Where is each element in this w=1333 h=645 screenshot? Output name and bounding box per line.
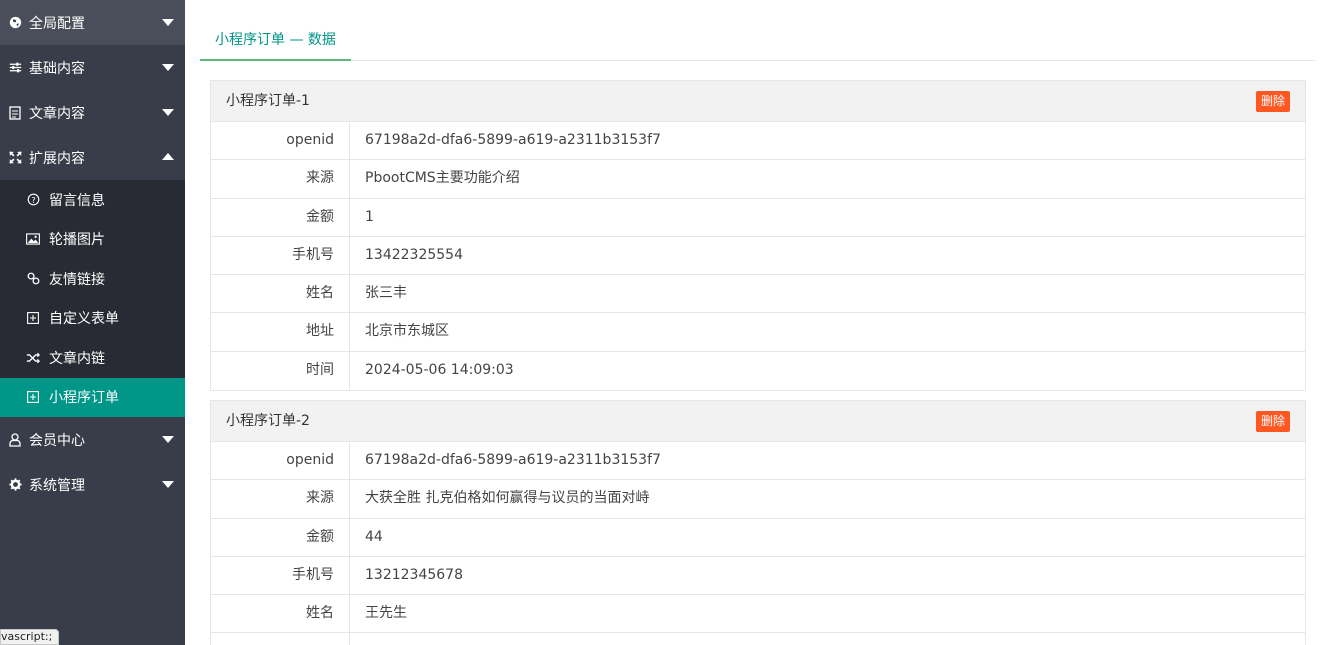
delete-button[interactable]: 删除 xyxy=(1255,91,1290,112)
gear-icon xyxy=(8,478,22,492)
chevron-down-icon xyxy=(162,436,174,443)
sidebar-subitem-label: 友情链接 xyxy=(49,271,105,288)
link-icon xyxy=(26,272,40,286)
table-row: openid 67198a2d-dfa6-5899-a619-a2311b3153… xyxy=(211,122,1305,161)
sidebar-subitem-article-links[interactable]: 文章内链 xyxy=(0,338,185,378)
table-row: 金额 44 xyxy=(211,518,1305,557)
sidebar-item-label: 全局配置 xyxy=(29,15,85,32)
table-row: 手机号 13422325554 xyxy=(211,236,1305,276)
status-bar-tooltip: vascript:; xyxy=(0,629,60,645)
field-key: openid xyxy=(211,122,350,160)
field-value: 44 xyxy=(365,528,383,545)
field-value: 13422325554 xyxy=(365,246,463,263)
field-key: 手机号 xyxy=(211,556,350,595)
field-value: 张三丰 xyxy=(365,285,407,302)
sidebar-subitem-label: 自定义表单 xyxy=(49,311,119,328)
field-value xyxy=(350,633,365,645)
field-key: 地址 xyxy=(211,313,350,351)
sidebar-subitem-label: 留言信息 xyxy=(49,192,105,209)
tab-mini-program-orders-data[interactable]: 小程序订单 — 数据 xyxy=(200,20,351,61)
field-key: 来源 xyxy=(211,160,350,198)
chevron-down-icon xyxy=(162,19,174,26)
field-key: 来源 xyxy=(211,480,350,518)
table-row: 来源 PbootCMS主要功能介绍 xyxy=(211,160,1305,199)
sidebar-subitem-messages[interactable]: ? 留言信息 xyxy=(0,180,185,220)
table-row: 姓名 王先生 xyxy=(211,595,1305,634)
chevron-down-icon xyxy=(162,481,174,488)
table-row: 来源 大获全胜 扎克伯格如何赢得与议员的当面对峙 xyxy=(211,480,1305,519)
order-card: 小程序订单-2 删除 openid 67198a2d-dfa6-5899-a619… xyxy=(210,400,1306,645)
sidebar-subitem-label: 文章内链 xyxy=(49,350,105,367)
chevron-down-icon xyxy=(162,64,174,71)
sidebar-item-extended-content[interactable]: 扩展内容 xyxy=(0,135,185,180)
table-row: 手机号 13212345678 xyxy=(211,556,1305,596)
sidebar-subitem-label: 小程序订单 xyxy=(49,390,119,407)
field-key: 金额 xyxy=(211,198,350,236)
table-row: openid 67198a2d-dfa6-5899-a619-a2311b3153… xyxy=(211,442,1305,481)
table-row: 时间 2024-05-06 14:09:03 xyxy=(211,351,1305,391)
delete-button[interactable]: 删除 xyxy=(1255,411,1290,432)
sidebar-item-label: 会员中心 xyxy=(29,432,85,449)
main-content: 小程序订单 — 数据 小程序订单-1 删除 openid 67198a2d-dfa… xyxy=(185,0,1333,645)
sidebar-item-label: 扩展内容 xyxy=(29,150,85,167)
order-card: 小程序订单-1 删除 openid 67198a2d-dfa6-5899-a619… xyxy=(210,80,1306,392)
field-key: 时间 xyxy=(211,351,350,391)
globe-icon xyxy=(8,16,22,30)
sidebar-subitem-label: 轮播图片 xyxy=(49,232,105,249)
field-value: 北京市东城区 xyxy=(365,323,449,340)
chevron-down-icon xyxy=(162,109,174,116)
field-key xyxy=(211,633,350,645)
table-row: 地址 北京市东城区 xyxy=(211,313,1305,352)
field-value: 1 xyxy=(365,208,374,225)
sliders-icon xyxy=(8,61,22,75)
sidebar-item-label: 系统管理 xyxy=(29,477,85,494)
field-key: openid xyxy=(211,442,350,480)
order-title: 小程序订单-2 xyxy=(226,413,310,429)
sidebar-item-basic-content[interactable]: 基础内容 xyxy=(0,45,185,90)
sidebar-item-member-center[interactable]: 会员中心 xyxy=(0,417,185,462)
expand-icon xyxy=(8,151,22,165)
document-icon xyxy=(8,105,22,120)
table-row: 姓名 张三丰 xyxy=(211,275,1305,314)
sidebar-subitem-custom-form[interactable]: 自定义表单 xyxy=(0,299,185,339)
sidebar-item-global-config[interactable]: 全局配置 xyxy=(0,0,185,45)
tab-bar: 小程序订单 — 数据 xyxy=(200,20,1316,61)
order-title: 小程序订单-1 xyxy=(226,93,310,109)
field-value: 大获全胜 扎克伯格如何赢得与议员的当面对峙 xyxy=(365,490,650,507)
svg-text:?: ? xyxy=(31,195,35,205)
plus-square-icon xyxy=(26,311,40,325)
field-key: 手机号 xyxy=(211,236,350,275)
table-row xyxy=(211,633,1305,645)
field-value: 王先生 xyxy=(365,605,407,622)
sidebar-subitem-mini-program-orders[interactable]: 小程序订单 xyxy=(0,377,185,417)
order-card-header: 小程序订单-1 删除 xyxy=(211,81,1305,122)
field-value: 2024-05-06 14:09:03 xyxy=(365,361,514,378)
plus-square-icon xyxy=(26,390,40,404)
chevron-up-icon xyxy=(162,153,174,160)
shuffle-icon xyxy=(26,351,40,365)
sidebar-subnav: ? 留言信息 轮播图片 友情链接 自定义表单 文章内链 小程序订单 xyxy=(0,180,185,417)
question-icon: ? xyxy=(26,193,40,207)
image-icon xyxy=(26,232,40,246)
field-key: 姓名 xyxy=(211,275,350,313)
sidebar: 全局配置 基础内容 文章内容 扩展内容 ? 留言信息 轮播图片 友情链接 自定义… xyxy=(0,0,185,645)
field-value: 13212345678 xyxy=(365,566,463,583)
sidebar-item-article-content[interactable]: 文章内容 xyxy=(0,90,185,135)
sidebar-item-label: 文章内容 xyxy=(29,105,85,122)
field-key: 姓名 xyxy=(211,595,350,633)
sidebar-item-system-management[interactable]: 系统管理 xyxy=(0,462,185,507)
sidebar-subitem-links[interactable]: 友情链接 xyxy=(0,259,185,299)
order-card-header: 小程序订单-2 删除 xyxy=(211,401,1305,442)
field-value: 67198a2d-dfa6-5899-a619-a2311b3153f7 xyxy=(365,452,661,468)
table-row: 金额 1 xyxy=(211,198,1305,237)
user-icon xyxy=(8,432,22,447)
field-value: PbootCMS主要功能介绍 xyxy=(365,170,520,187)
field-key: 金额 xyxy=(211,518,350,556)
field-value: 67198a2d-dfa6-5899-a619-a2311b3153f7 xyxy=(365,132,661,148)
sidebar-subitem-slides[interactable]: 轮播图片 xyxy=(0,220,185,260)
sidebar-item-label: 基础内容 xyxy=(29,60,85,77)
